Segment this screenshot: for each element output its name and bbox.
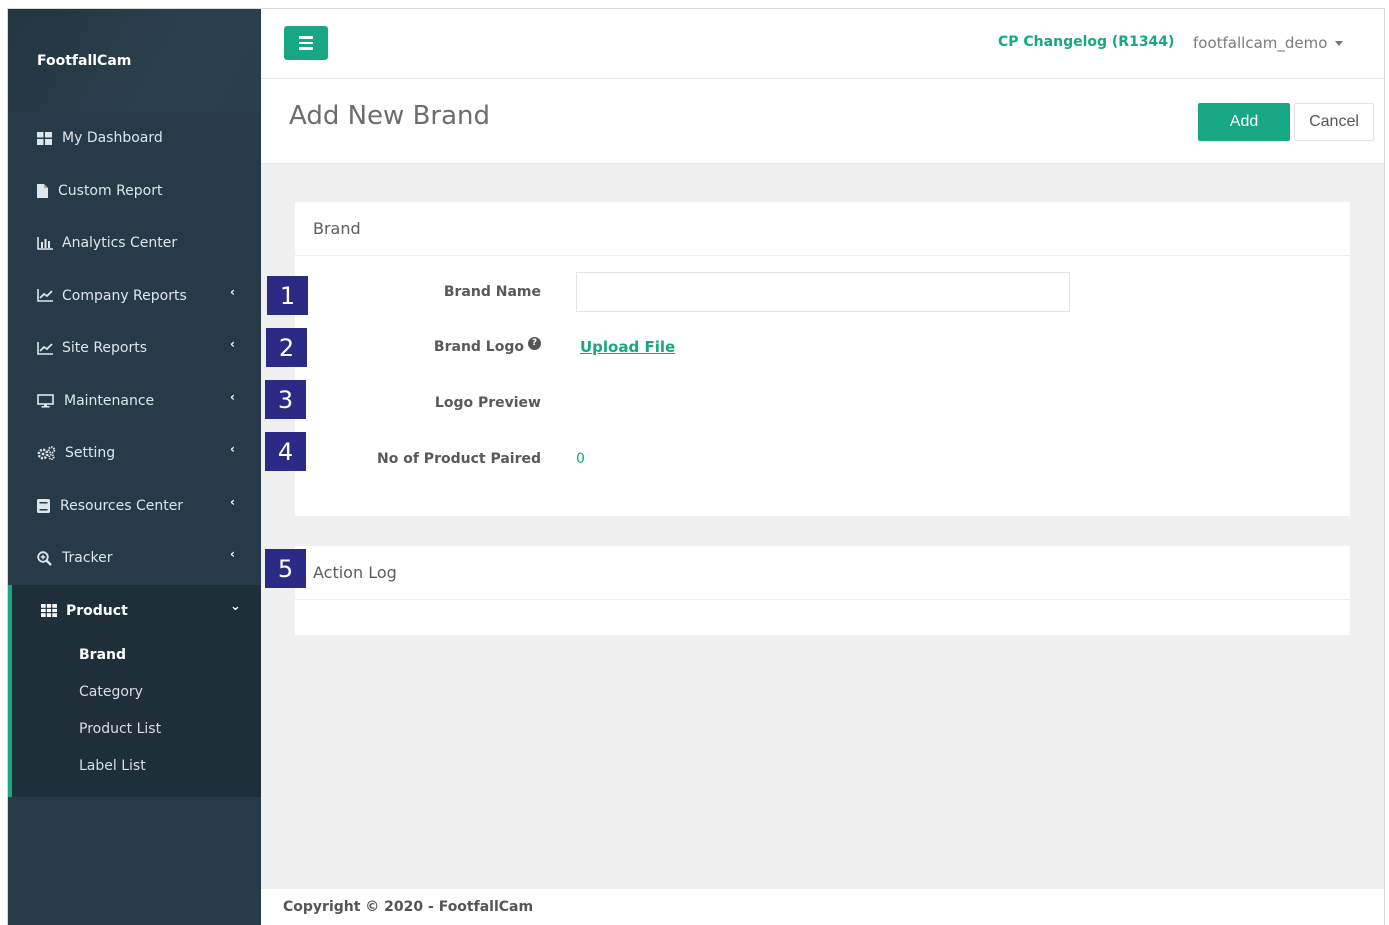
sidebar: FootfallCam My Dashboard Custom Report A… [8, 9, 261, 925]
product-paired-row: No of Product Paired 0 [295, 439, 1350, 479]
hamburger-menu-button[interactable] [284, 26, 328, 60]
file-icon [36, 183, 49, 198]
logo-preview-row: Logo Preview [295, 383, 1350, 423]
add-button[interactable]: Add [1198, 103, 1290, 141]
sidebar-item-resources-center[interactable]: Resources Center ‹ [8, 480, 261, 533]
sidebar-item-label: Tracker [62, 550, 113, 567]
chevron-left-icon[interactable]: ‹ [230, 495, 235, 509]
annotation-marker-5: 5 [265, 549, 306, 588]
page-title: Add New Brand [289, 101, 491, 131]
sidebar-item-label: Custom Report [58, 182, 163, 199]
book-icon [36, 498, 51, 513]
product-paired-count: 0 [576, 451, 585, 467]
sidebar-nav: My Dashboard Custom Report Analytics Cen… [8, 112, 261, 797]
grid-icon [41, 603, 57, 618]
chevron-left-icon[interactable]: ‹ [230, 390, 235, 404]
chevron-left-icon[interactable]: ‹ [230, 337, 235, 351]
question-circle-icon[interactable]: ? [528, 336, 541, 350]
sidebar-item-label: Resources Center [60, 497, 184, 514]
chevron-down-icon[interactable]: ⌄ [230, 599, 241, 614]
annotation-marker-3: 3 [265, 380, 306, 419]
top-bar: CP Changelog (R1344) footfallcam_demo [261, 9, 1384, 79]
bar-chart-icon [36, 236, 53, 250]
chevron-left-icon[interactable]: ‹ [230, 547, 235, 561]
username: footfallcam_demo [1193, 34, 1328, 52]
app-logo[interactable]: FootfallCam [8, 9, 261, 112]
gears-icon [36, 446, 56, 461]
sidebar-item-analytics-center[interactable]: Analytics Center [8, 217, 261, 270]
line-chart-icon [36, 341, 53, 355]
logo-preview-label: Logo Preview [434, 395, 541, 411]
upload-file-link[interactable]: Upload File [580, 338, 675, 356]
footer: Copyright © 2020 - FootfallCam [261, 888, 1384, 925]
action-log-title: Action Log [295, 546, 1350, 600]
app-window: FootfallCam My Dashboard Custom Report A… [7, 8, 1385, 925]
sidebar-item-label: Company Reports [62, 287, 187, 304]
sidebar-item-maintenance[interactable]: Maintenance ‹ [8, 375, 261, 428]
main-content: Brand Brand Name Brand Logo ? Upload Fil… [261, 164, 1384, 888]
action-log-panel: Action Log [295, 546, 1350, 635]
sidebar-item-label: Analytics Center [62, 235, 178, 252]
annotation-marker-4: 4 [265, 432, 306, 471]
monitor-icon [36, 393, 55, 408]
sidebar-item-site-reports[interactable]: Site Reports ‹ [8, 322, 261, 375]
copyright-text: Copyright © 2020 - FootfallCam [283, 899, 534, 915]
dashboard-icon [36, 131, 53, 145]
sidebar-item-setting[interactable]: Setting ‹ [8, 427, 261, 480]
sidebar-item-label: Setting [65, 445, 116, 462]
chevron-left-icon[interactable]: ‹ [230, 285, 235, 299]
sidebar-item-tracker[interactable]: Tracker ‹ [8, 532, 261, 585]
page-header: Add New Brand Add Cancel [261, 79, 1384, 164]
sidebar-subitem-product-list[interactable]: Product List [12, 711, 261, 748]
cancel-button[interactable]: Cancel [1294, 103, 1374, 141]
sidebar-section-product: Product ⌄ Brand Category Product List La… [8, 584, 261, 797]
sidebar-item-product[interactable]: Product ⌄ [12, 585, 261, 637]
chevron-left-icon[interactable]: ‹ [230, 442, 235, 456]
sidebar-item-company-reports[interactable]: Company Reports ‹ [8, 270, 261, 323]
annotation-marker-1: 1 [267, 276, 308, 315]
sidebar-item-custom-report[interactable]: Custom Report [8, 165, 261, 218]
sidebar-subitem-category[interactable]: Category [12, 674, 261, 711]
brand-name-label: Brand Name [443, 284, 541, 300]
sidebar-item-label: My Dashboard [62, 130, 163, 147]
sidebar-item-label: Site Reports [62, 340, 148, 357]
brand-name-row: Brand Name [295, 272, 1350, 312]
search-plus-icon [36, 551, 53, 566]
annotation-marker-2: 2 [266, 328, 307, 367]
brand-panel: Brand Brand Name Brand Logo ? Upload Fil… [295, 202, 1350, 516]
hamburger-icon [299, 36, 313, 39]
brand-name-input[interactable] [576, 272, 1070, 312]
brand-logo-row: Brand Logo ? Upload File [295, 327, 1350, 367]
sidebar-item-label: Maintenance [64, 392, 155, 409]
sidebar-subitem-brand[interactable]: Brand [12, 637, 261, 674]
brand-panel-title: Brand [295, 202, 1350, 256]
sidebar-subitem-label-list[interactable]: Label List [12, 748, 261, 785]
sidebar-item-label: Product [66, 602, 128, 619]
product-paired-label: No of Product Paired [377, 451, 541, 467]
brand-logo-label: Brand Logo [433, 339, 524, 355]
caret-down-icon [1335, 41, 1344, 46]
line-chart-icon [36, 289, 53, 303]
sidebar-item-my-dashboard[interactable]: My Dashboard [8, 112, 261, 165]
user-menu[interactable]: footfallcam_demo [1193, 34, 1344, 52]
changelog-link[interactable]: CP Changelog (R1344) [998, 34, 1174, 50]
